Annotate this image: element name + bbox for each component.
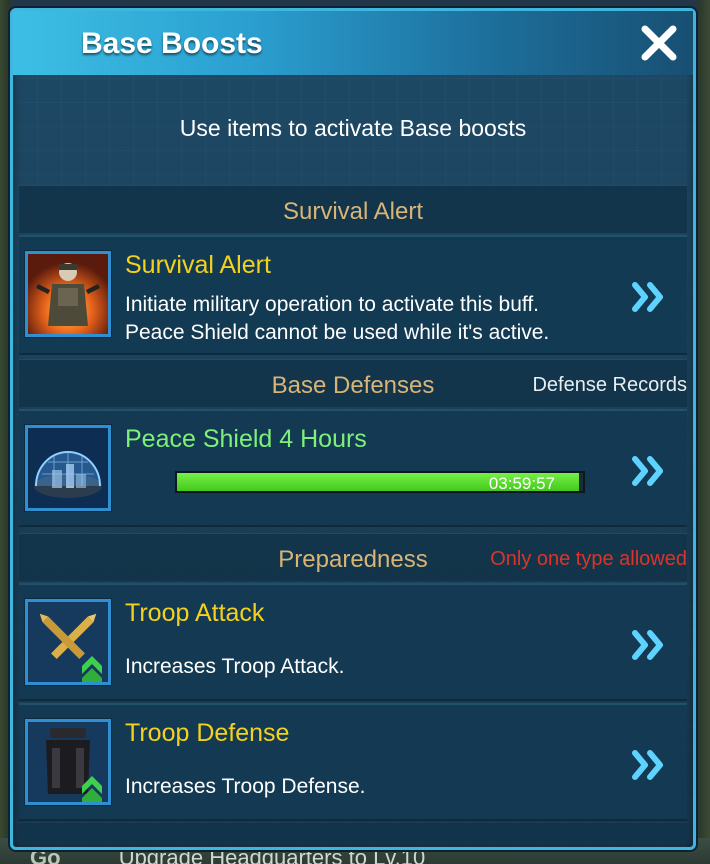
- crossed-bullets-icon: [25, 599, 111, 685]
- boost-row-peace-shield[interactable]: Peace Shield 4 Hours 03:59:57: [19, 409, 687, 527]
- boost-row-survival-alert[interactable]: Survival Alert Initiate military operati…: [19, 235, 687, 355]
- open-boost-button[interactable]: [631, 455, 667, 487]
- double-chevron-right-icon: [632, 630, 663, 660]
- boost-name: Troop Defense: [125, 719, 290, 747]
- section-title: Survival Alert: [282, 198, 424, 225]
- dialog-title: Base Boosts: [81, 27, 263, 60]
- body-armor-icon: [25, 719, 111, 805]
- open-boost-button[interactable]: [631, 749, 667, 781]
- boost-name: Peace Shield 4 Hours: [125, 425, 367, 453]
- double-chevron-right-icon: [632, 282, 663, 312]
- section-survival-alert: Survival Alert: [19, 185, 687, 233]
- boost-row-troop-defense[interactable]: Troop Defense Increases Troop Defense.: [19, 703, 687, 821]
- preparedness-note: Only one type allowed: [490, 548, 687, 570]
- base-boosts-dialog: Base Boosts Use items to activate Base b…: [10, 8, 696, 850]
- boost-name: Troop Attack: [125, 599, 265, 627]
- open-boost-button[interactable]: [631, 281, 667, 313]
- boost-description: Increases Troop Attack.: [125, 655, 345, 678]
- double-chevron-right-icon: [632, 750, 663, 780]
- section-base-defenses: Base Defenses Defense Records: [19, 359, 687, 407]
- defense-records-link[interactable]: Defense Records: [532, 374, 687, 397]
- boost-description-line2: Peace Shield cannot be used while it's a…: [125, 321, 550, 344]
- boost-description-line1: Initiate military operation to activate …: [125, 293, 539, 316]
- shield-timer-text: 03:59:57: [488, 474, 555, 493]
- list-scroll-edge: [19, 823, 687, 845]
- soldier-icon: [25, 251, 111, 337]
- boost-row-troop-attack[interactable]: Troop Attack Increases Troop Attack.: [19, 583, 687, 701]
- dome-shield-icon: [25, 425, 111, 511]
- open-boost-button[interactable]: [631, 629, 667, 661]
- close-icon: [641, 25, 677, 61]
- double-chevron-right-icon: [632, 456, 663, 486]
- boost-name: Survival Alert: [125, 251, 271, 279]
- dialog-subtitle: Use items to activate Base boosts: [179, 115, 527, 141]
- close-button[interactable]: [639, 23, 679, 63]
- section-preparedness: Preparedness Only one type allowed: [19, 533, 687, 581]
- shield-timer-progress-bar: 03:59:57: [175, 471, 585, 493]
- boost-description: Increases Troop Defense.: [125, 775, 366, 798]
